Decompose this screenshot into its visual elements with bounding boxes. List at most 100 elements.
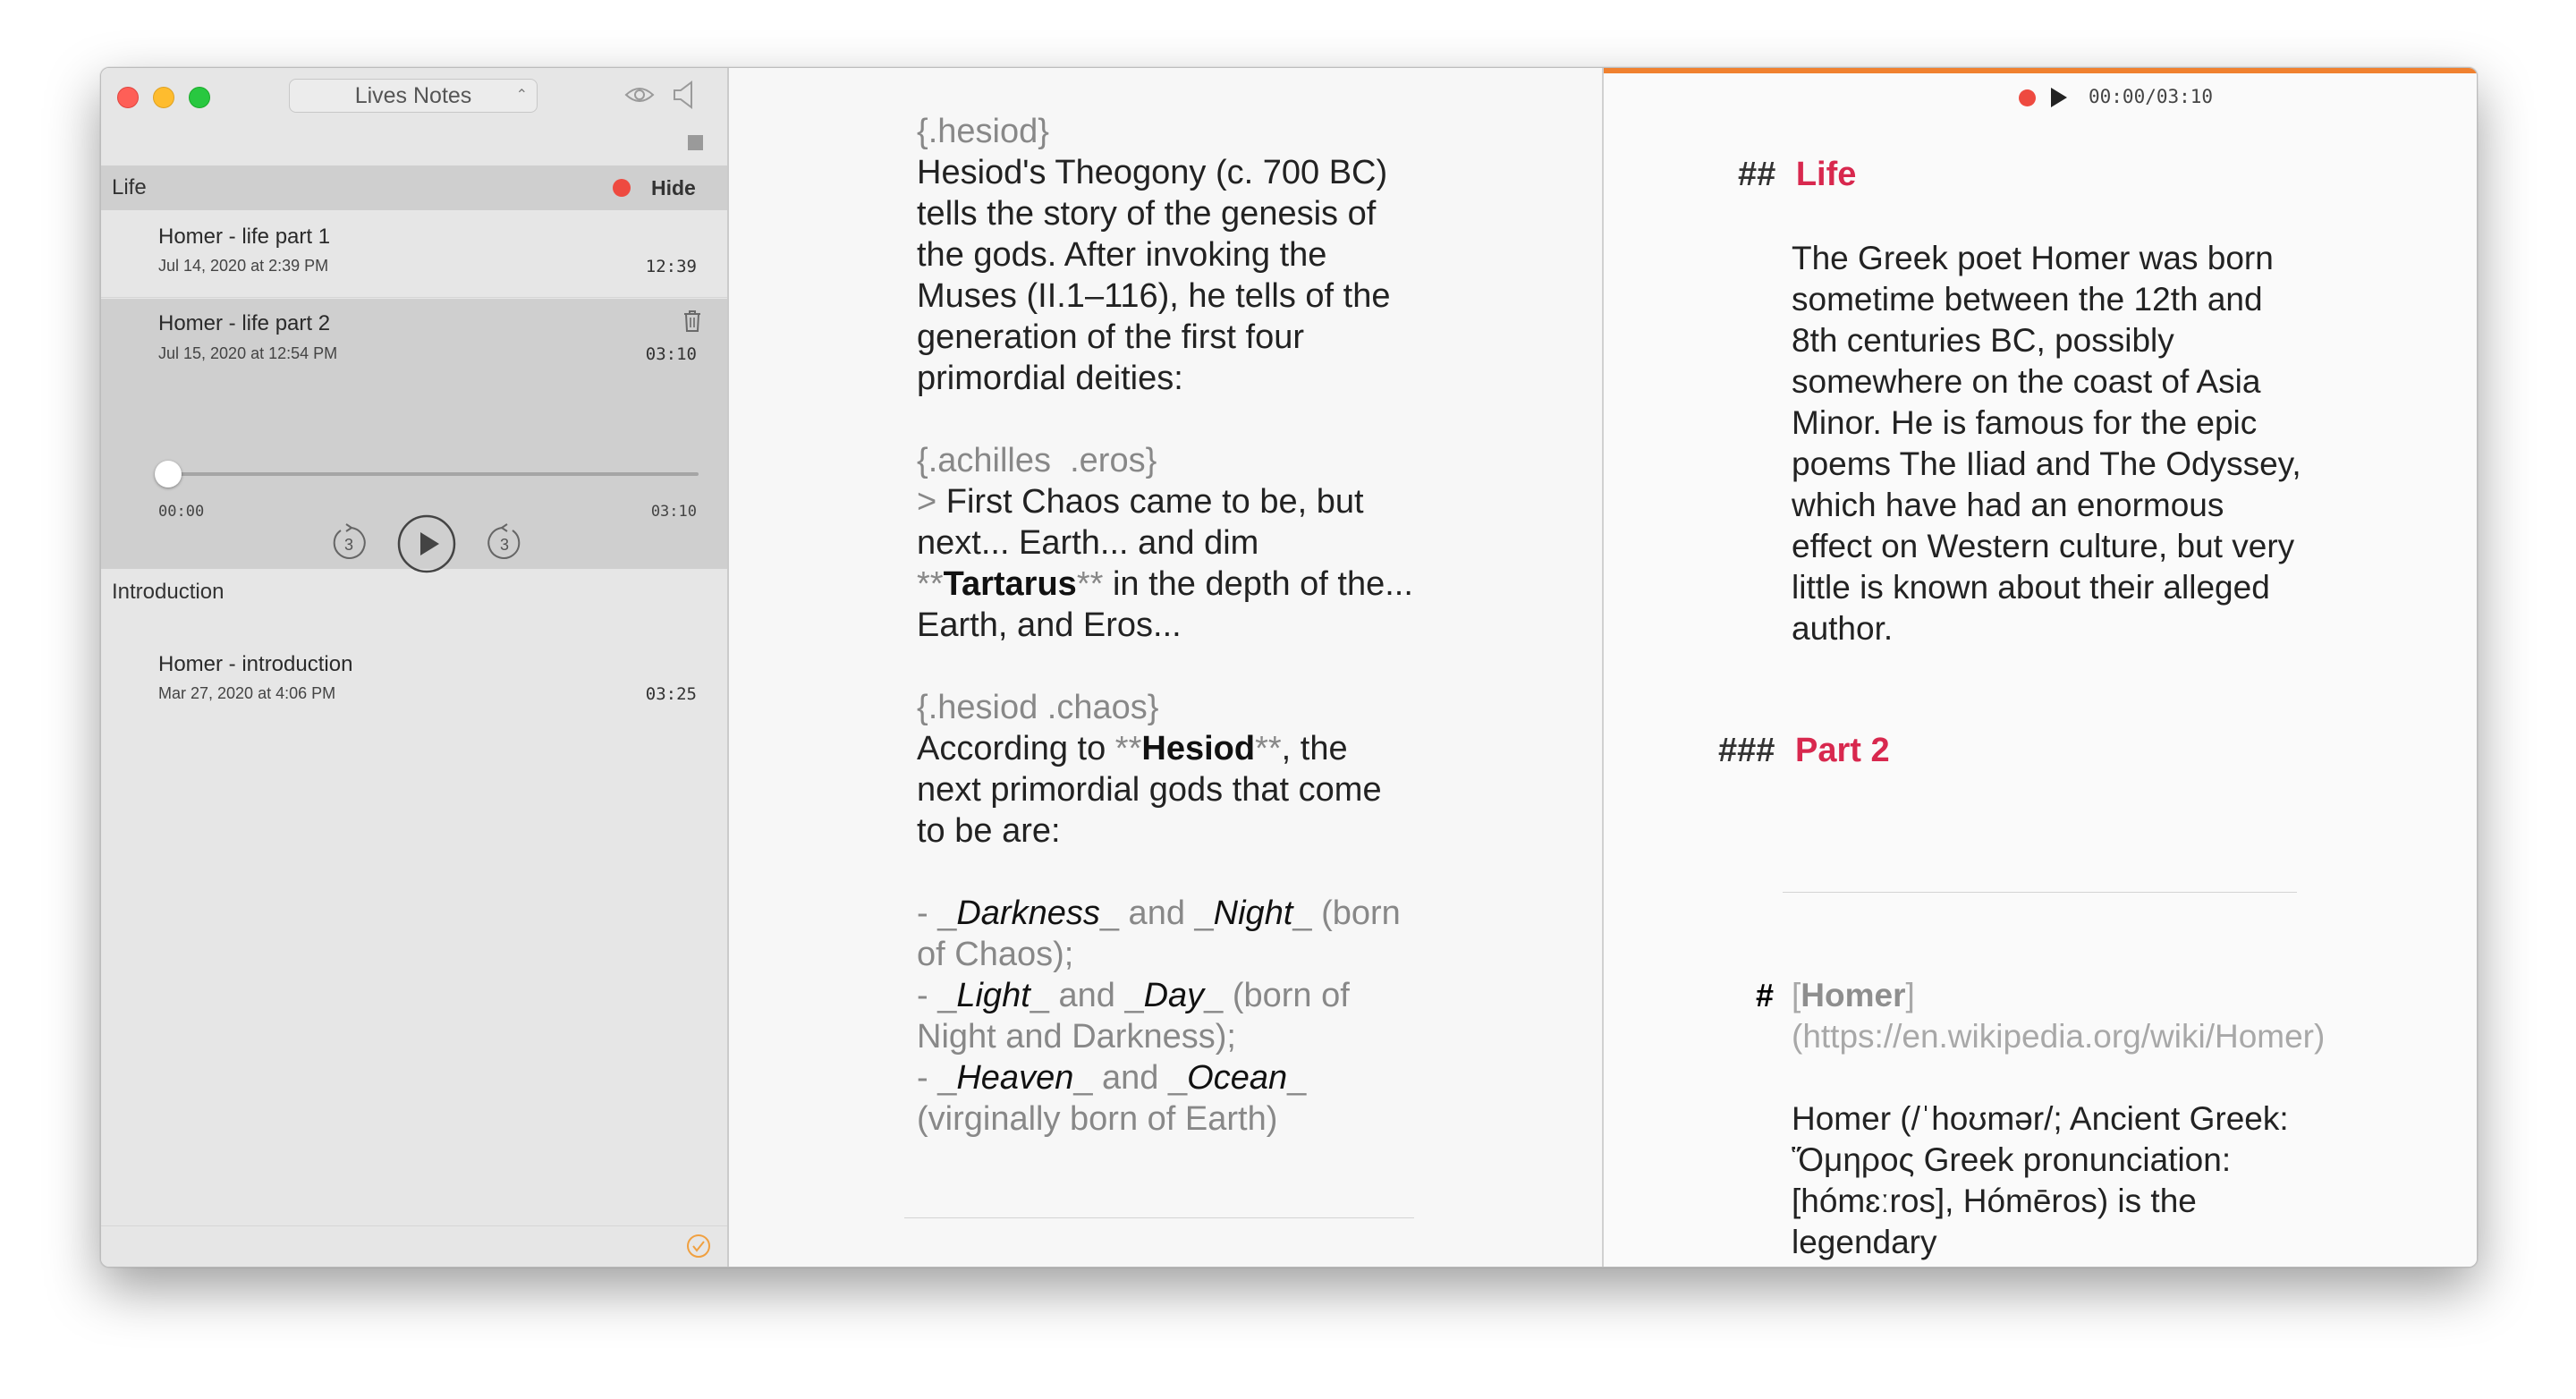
underscore-marker: _ <box>1168 1059 1188 1097</box>
sidebar-footer-divider <box>101 1225 727 1226</box>
recording-duration: 03:25 <box>645 684 697 704</box>
bold-marker: ** <box>1114 730 1142 767</box>
tag-close-brace: } <box>1038 113 1049 150</box>
homer-link[interactable]: [Homer](https://en.wikipedia.org/wiki/Ho… <box>1792 975 2325 1057</box>
list-rest: (virginally born of Earth) <box>917 1100 1278 1138</box>
bold-text: Hesiod <box>1141 730 1256 767</box>
markdown-editor[interactable]: {.hesiod} Hesiod's Theogony (c. 700 BC) … <box>729 68 1602 1267</box>
updown-chevron-icon: ⌃ <box>515 88 528 103</box>
sidebar: Lives Notes ⌃ Life Hide Homer - life par… <box>101 68 729 1267</box>
bold-marker: ** <box>917 565 944 603</box>
playback-scrubber[interactable] <box>167 472 699 476</box>
preview-paragraph: The Greek poet Homer was born sometime b… <box>1792 240 2301 647</box>
checkmark-icon[interactable] <box>686 1234 711 1259</box>
record-icon[interactable] <box>2019 89 2036 106</box>
play-icon[interactable] <box>396 513 457 574</box>
recording-date: Jul 14, 2020 at 2:39 PM <box>158 257 329 275</box>
play-icon[interactable] <box>2051 88 2067 107</box>
recording-title: Homer - life part 2 <box>158 311 331 335</box>
preview-paragraph: Homer (/ˈhoʊmər/; Ancient Greek: Ὅμηρος … <box>1792 1100 2289 1260</box>
underscore-marker: _ <box>937 895 957 932</box>
list-dash: - <box>917 1059 938 1097</box>
block-text: According to <box>917 730 1115 767</box>
bold-marker: ** <box>1076 565 1104 603</box>
recording-duration: 12:39 <box>645 257 697 276</box>
underscore-marker: _ <box>937 977 957 1014</box>
eye-icon[interactable] <box>624 84 655 106</box>
tag-close-brace: } <box>1145 442 1157 479</box>
block-text: Hesiod's Theogony (c. 700 BC) tells the … <box>917 154 1391 397</box>
underscore-marker: _ <box>1287 1059 1307 1097</box>
skip-forward-icon[interactable]: 3 <box>484 522 525 564</box>
block-tag: .achilles .eros <box>928 442 1146 479</box>
underscore-marker: _ <box>1194 895 1214 932</box>
recording-duration: 03:10 <box>645 344 697 364</box>
recording-date: Mar 27, 2020 at 4:06 PM <box>158 684 336 702</box>
player-time: 00:00/03:10 <box>2089 86 2214 107</box>
section-header-introduction[interactable]: Introduction <box>101 570 727 615</box>
recording-item[interactable]: Homer - introduction Mar 27, 2020 at 4:0… <box>101 615 727 704</box>
bold-text: Tartarus <box>943 565 1077 603</box>
titlebar: Lives Notes ⌃ <box>101 68 727 123</box>
link-bracket: [ <box>1792 977 1801 1013</box>
close-window-button[interactable] <box>117 87 139 108</box>
preview-divider <box>1783 892 2297 893</box>
total-time: 03:10 <box>650 503 697 521</box>
elapsed-time: 00:00 <box>158 503 205 521</box>
heading-part-2: ### Part 2 <box>1718 730 1890 771</box>
notebook-popup[interactable]: Lives Notes ⌃ <box>289 79 538 113</box>
list-mid: and <box>1048 977 1125 1014</box>
stop-icon[interactable] <box>688 135 703 150</box>
skip-back-icon[interactable]: 3 <box>328 522 369 564</box>
list-item: - _Darkness_ and _Night_ (born of Chaos)… <box>917 893 1418 975</box>
underscore-marker: _ <box>937 1059 957 1097</box>
recording-item-selected[interactable]: Homer - life part 2 Jul 15, 2020 at 12:5… <box>101 299 727 573</box>
recording-title: Homer - introduction <box>158 652 353 676</box>
underscore-marker: _ <box>1073 1059 1093 1097</box>
editor-list: - _Darkness_ and _Night_ (born of Chaos)… <box>917 893 1418 1140</box>
speaker-icon[interactable] <box>672 81 699 109</box>
heading-marker-h1: # <box>1756 977 1775 1013</box>
heading-text: Life <box>1795 156 1857 193</box>
block-tag: .hesiod <box>928 113 1038 150</box>
editor-block-hesiod: {.hesiod} Hesiod's Theogony (c. 700 BC) … <box>917 111 1418 399</box>
minimize-window-button[interactable] <box>153 87 174 108</box>
tag-open-brace: { <box>917 689 928 726</box>
section-header-life[interactable]: Life Hide <box>101 165 727 210</box>
editor-divider <box>904 1217 1414 1218</box>
playback-progress-bar <box>1604 68 2477 73</box>
editor-text[interactable]: {.hesiod} Hesiod's Theogony (c. 700 BC) … <box>917 111 1418 1140</box>
bold-marker: ** <box>1255 730 1282 767</box>
tag-close-brace: } <box>1147 689 1159 726</box>
heading-marker: ## <box>1738 156 1776 193</box>
list-mid: and <box>1092 1059 1169 1097</box>
recording-date: Jul 15, 2020 at 12:54 PM <box>158 344 338 362</box>
underscore-marker: _ <box>1099 895 1119 932</box>
list-mid: and <box>1119 895 1195 932</box>
section-label: Life <box>112 175 147 199</box>
italic-text: Light <box>956 977 1030 1014</box>
skip-back-seconds: 3 <box>344 536 353 554</box>
record-icon[interactable] <box>613 179 631 197</box>
heading-text: Part 2 <box>1794 732 1890 769</box>
zoom-window-button[interactable] <box>189 87 210 108</box>
underscore-marker: _ <box>1292 895 1312 932</box>
app-window: Lives Notes ⌃ Life Hide Homer - life par… <box>100 67 2478 1268</box>
hide-button[interactable]: Hide <box>651 165 696 210</box>
tag-open-brace: { <box>917 113 928 150</box>
list-item: - _Heaven_ and _Ocean_ (virginally born … <box>917 1057 1418 1140</box>
recording-item[interactable]: Homer - life part 1 Jul 14, 2020 at 2:39… <box>101 210 727 298</box>
trash-icon[interactable] <box>682 309 702 333</box>
recording-title: Homer - life part 1 <box>158 225 331 249</box>
list-dash: - <box>917 895 938 932</box>
notebook-popup-label: Lives Notes <box>354 83 472 108</box>
italic-text: Ocean <box>1187 1059 1288 1097</box>
heading-life: ## Life <box>1738 154 1856 195</box>
preview-pane: 00:00/03:10 ## Life The Greek poet Homer… <box>1602 68 2477 1267</box>
section-label: Introduction <box>112 580 225 604</box>
scrubber-handle[interactable] <box>155 461 182 488</box>
link-text: Homer <box>1801 977 1906 1013</box>
tag-open-brace: { <box>917 442 928 479</box>
heading-marker: ### <box>1718 732 1775 769</box>
quote-marker: > <box>917 483 937 521</box>
